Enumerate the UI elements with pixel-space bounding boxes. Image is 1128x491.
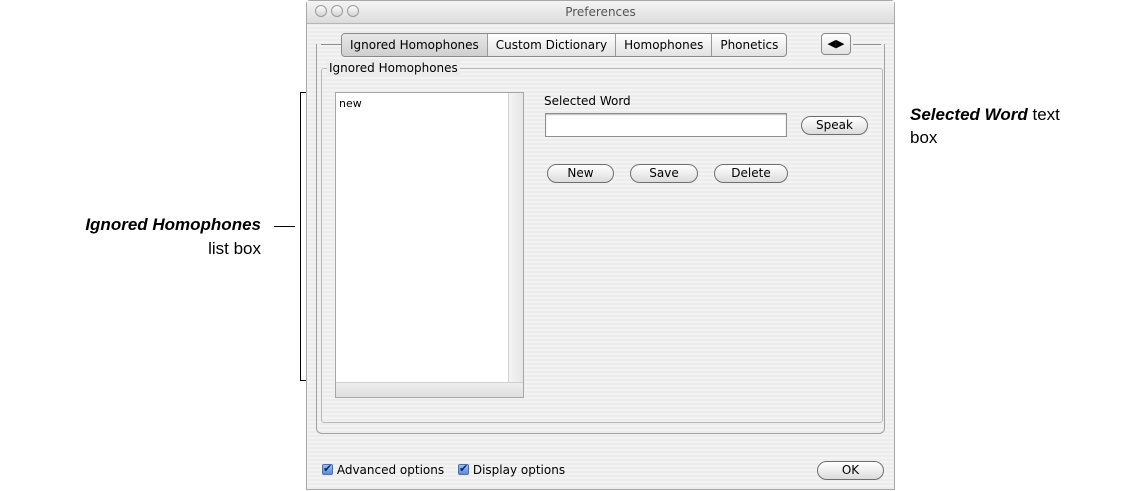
tab-custom-dictionary[interactable]: Custom Dictionary [488,34,617,56]
annotation-list-box: Ignored Homophones list box [5,213,261,261]
vertical-scrollbar[interactable] [508,93,523,397]
window-title: Preferences [565,5,636,19]
annotation-list-box-rest: list box [208,239,261,258]
display-options-label[interactable]: Display options [473,463,565,477]
annotation-text-box-rest1: text [1027,105,1060,124]
annotation-text-box-rest2: box [910,128,938,147]
annotation-text-box-bold: Selected Word [910,105,1028,124]
delete-button[interactable]: Delete [714,164,788,183]
list-item[interactable]: new [339,97,362,110]
annotation-bracket-vertical [300,92,301,380]
tab-scroll-arrows-icon[interactable]: ◀▶ [821,33,851,55]
preferences-window: Preferences Ignored Homophones Custom Di… [306,0,895,490]
tab-ignored-homophones[interactable]: Ignored Homophones [342,34,488,56]
display-options-row: Display options [458,462,565,477]
new-button[interactable]: New [547,164,614,183]
advanced-options-label[interactable]: Advanced options [337,463,444,477]
tab-phonetics[interactable]: Phonetics [712,34,786,56]
selected-word-label: Selected Word [544,94,631,108]
group-label: Ignored Homophones [327,61,460,75]
annotation-pointer-line [274,226,295,227]
tab-bar: Ignored Homophones Custom Dictionary Hom… [341,33,788,57]
horizontal-scrollbar[interactable] [336,382,523,397]
tab-homophones[interactable]: Homophones [616,34,713,56]
selected-word-input[interactable] [545,113,787,137]
advanced-options-checkbox[interactable] [322,462,333,475]
speak-button[interactable]: Speak [801,116,868,135]
annotation-text-box: Selected Word text box [910,103,1060,149]
advanced-options-row: Advanced options [322,462,444,477]
annotation-list-box-bold: Ignored Homophones [85,215,261,234]
title-bar: Preferences [307,1,894,24]
save-button[interactable]: Save [630,164,698,183]
display-options-checkbox[interactable] [458,462,469,475]
ok-button[interactable]: OK [817,461,884,480]
ignored-homophones-listbox[interactable]: new [335,92,524,398]
